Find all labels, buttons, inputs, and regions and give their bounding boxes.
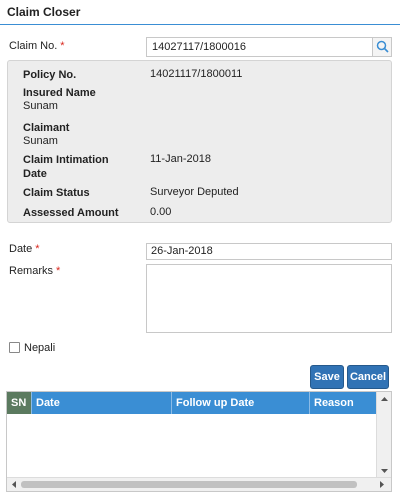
claim-status-label: Claim Status xyxy=(23,187,90,199)
nepali-checkbox[interactable] xyxy=(9,342,20,353)
date-label: Date * xyxy=(9,243,40,255)
follow-up-grid: SN Date Follow up Date Reason xyxy=(6,391,392,492)
claim-status-value: Surveyor Deputed xyxy=(150,186,239,198)
horizontal-scrollbar[interactable] xyxy=(7,477,391,491)
insured-name-label: Insured Name xyxy=(23,87,96,99)
insured-name-value: Sunam xyxy=(23,100,58,112)
intimation-label-line1: Claim Intimation xyxy=(23,154,109,166)
assessed-amount-label: Assessed Amount xyxy=(23,207,119,219)
vertical-scrollbar[interactable] xyxy=(376,392,391,478)
remarks-textarea[interactable] xyxy=(146,264,392,333)
claim-intimation-date-label: Claim Intimation Date xyxy=(23,153,109,181)
required-mark: * xyxy=(56,265,61,277)
claimant-label: Claimant xyxy=(23,122,70,134)
intimation-label-line2: Date xyxy=(23,168,47,180)
claim-info-panel: Policy No. 14021117/1800011 Insured Name… xyxy=(7,60,392,223)
claimant-value: Sunam xyxy=(23,135,58,147)
claim-no-value: 14027117/1800016 xyxy=(152,41,247,53)
assessed-amount-value: 0.00 xyxy=(150,206,172,218)
remarks-label-text: Remarks xyxy=(9,265,54,277)
nepali-label: Nepali xyxy=(24,342,56,354)
cancel-button[interactable]: Cancel xyxy=(347,365,389,389)
remarks-label: Remarks * xyxy=(9,265,60,277)
policy-no-label: Policy No. xyxy=(23,69,77,81)
scroll-right-arrow-icon[interactable] xyxy=(377,478,387,491)
column-header-follow-up-date[interactable]: Follow up Date xyxy=(172,392,310,414)
date-label-text: Date xyxy=(9,243,33,255)
claim-search-button[interactable] xyxy=(372,38,391,56)
save-button[interactable]: Save xyxy=(310,365,344,389)
claim-no-label-text: Claim No. xyxy=(9,40,58,52)
claim-no-label: Claim No. * xyxy=(9,40,65,52)
page-title: Claim Closer xyxy=(7,5,81,19)
column-header-reason[interactable]: Reason xyxy=(310,392,377,414)
column-header-sn[interactable]: SN xyxy=(7,392,32,414)
search-icon xyxy=(376,40,389,53)
date-field[interactable]: 26-Jan-2018 xyxy=(146,243,392,260)
column-header-date[interactable]: Date xyxy=(32,392,172,414)
scroll-up-arrow-icon[interactable] xyxy=(377,394,392,404)
required-mark: * xyxy=(60,40,65,52)
claim-intimation-date-value: 11-Jan-2018 xyxy=(150,153,211,165)
scroll-down-arrow-icon[interactable] xyxy=(377,466,392,476)
claim-no-field[interactable]: 14027117/1800016 xyxy=(146,37,392,57)
scroll-left-arrow-icon[interactable] xyxy=(9,478,19,491)
title-divider xyxy=(0,24,400,25)
horizontal-scroll-thumb[interactable] xyxy=(21,481,357,488)
policy-no-value: 14021117/1800011 xyxy=(150,68,243,80)
required-mark: * xyxy=(35,243,40,255)
grid-header: SN Date Follow up Date Reason xyxy=(7,392,377,414)
date-value: 26-Jan-2018 xyxy=(151,245,213,257)
